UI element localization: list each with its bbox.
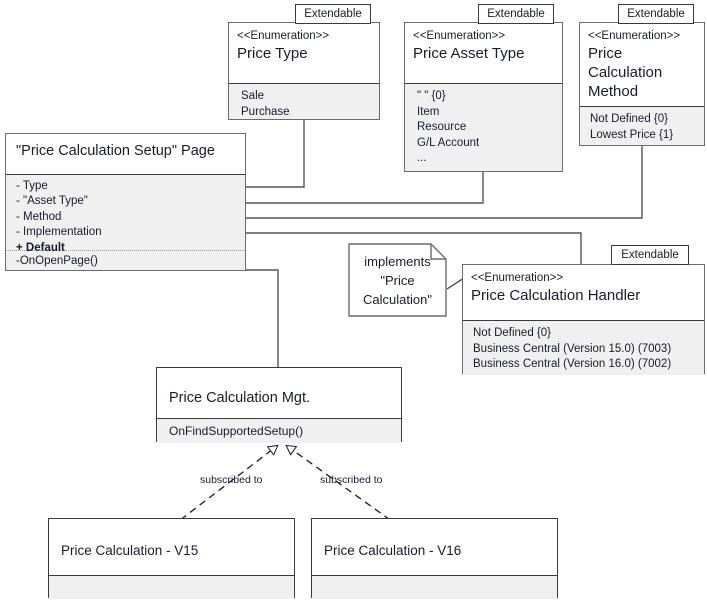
attribute-asset-type: - "Asset Type" [16, 195, 88, 208]
enum-literal: Sale [241, 90, 265, 102]
enum-price-asset-type[interactable]: <<Enumeration>> Price Asset Type " " {0}… [404, 22, 563, 172]
extendable-tag-price-asset-type: Extendable [478, 4, 554, 24]
extendable-tag-price-calculation-handler: Extendable [611, 245, 689, 265]
page-class-title: "Price Calculation Setup" Page [6, 134, 245, 174]
enum-price-type-literals: Sale Purchase [229, 83, 379, 119]
attribute-type: - Type [16, 180, 48, 192]
v16-body-compartment [312, 575, 557, 599]
enum-price-asset-type-name: Price Asset Type [413, 45, 525, 62]
edge-label-subscribed-to-v16: subscribed to [320, 474, 383, 486]
enum-price-calculation-method-literals: Not Defined {0} Lowest Price {1} [580, 106, 704, 145]
enum-literal: Not Defined {0} [590, 113, 669, 125]
connector-onopenpage-to-price-calculation-mgt [246, 269, 279, 367]
edge-label-subscribed-to-v15: subscribed to [200, 474, 263, 486]
enum-price-type-name: Price Type [237, 45, 308, 62]
v15-body-compartment [49, 575, 294, 599]
enum-price-calculation-handler-literals: Not Defined {0} Business Central (Versio… [463, 320, 704, 375]
enum-price-asset-type-stereotype: <<Enumeration>> [413, 30, 506, 42]
enum-price-calculation-method-header: <<Enumeration>> Price Calculation Method [580, 23, 704, 106]
enum-price-calculation-handler-name: Price Calculation Handler [471, 287, 641, 304]
mgt-class-title: Price Calculation Mgt. [157, 368, 401, 418]
class-price-calculation-mgt[interactable]: Price Calculation Mgt. OnFindSupportedSe… [156, 367, 402, 443]
mgt-class-operation-onfindsupportedsetup: OnFindSupportedSetup() [157, 418, 401, 443]
uml-diagram-canvas: implements "Price Calculation" <<Enumera… [0, 0, 707, 604]
v16-title: Price Calculation - V16 [312, 519, 557, 575]
class-price-calculation-setup-page[interactable]: "Price Calculation Setup" Page - Type - … [5, 133, 246, 271]
enum-price-type-stereotype: <<Enumeration>> [237, 30, 330, 42]
connector-v16-subscribed-to [285, 444, 401, 528]
connector-v15-subscribed-to [170, 444, 279, 528]
enum-price-calculation-method-stereotype: <<Enumeration>> [588, 30, 681, 42]
enum-price-calculation-handler-header: <<Enumeration>> Price Calculation Handle… [463, 265, 704, 320]
attribute-method: - Method [16, 210, 62, 223]
v15-title: Price Calculation - V15 [49, 519, 294, 575]
enum-literal: Lowest Price {1} [590, 128, 674, 141]
enum-literal: Item [417, 105, 440, 118]
enum-literal: Resource [417, 121, 467, 133]
operation-onopenpage: -OnOpenPage() [16, 255, 98, 267]
enum-literal: G/L Account [417, 136, 480, 149]
enum-literal: " " {0} [417, 90, 446, 102]
note-implements-price-calculation: implements "Price Calculation" [348, 243, 447, 317]
note-text: implements "Price Calculation" [348, 243, 447, 317]
enum-price-asset-type-literals: " " {0} Item Resource G/L Account ... [405, 83, 562, 171]
extendable-tag-price-calculation-method: Extendable [618, 4, 694, 24]
enum-price-calculation-method[interactable]: <<Enumeration>> Price Calculation Method… [579, 22, 705, 146]
enum-price-asset-type-header: <<Enumeration>> Price Asset Type [405, 23, 562, 83]
attribute-implementation: - Implementation [16, 226, 102, 239]
enum-price-type[interactable]: <<Enumeration>> Price Type Sale Purchase [228, 22, 380, 120]
note-line-2: "Price [380, 272, 415, 288]
enum-price-calculation-method-name: Price Calculation Method [588, 45, 663, 100]
page-class-attributes: - Type - "Asset Type" - Method - Impleme… [6, 174, 245, 254]
enum-literal: Purchase [241, 105, 290, 118]
connector-type-to-price-type [246, 120, 305, 188]
enum-literal: Business Central (Version 16.0) (7002) [473, 358, 672, 370]
note-line-3: Calculation" [363, 291, 432, 307]
class-price-calculation-v15[interactable]: Price Calculation - V15 [48, 518, 295, 599]
enum-literal: ... [417, 152, 427, 164]
enum-price-calculation-handler[interactable]: <<Enumeration>> Price Calculation Handle… [462, 264, 705, 375]
enum-literal: Business Central (Version 15.0) (7003) [473, 342, 672, 355]
class-price-calculation-v16[interactable]: Price Calculation - V16 [311, 518, 558, 599]
note-line-1: implements [364, 253, 431, 269]
enum-literal: Not Defined {0} [473, 327, 552, 339]
enum-price-type-header: <<Enumeration>> Price Type [229, 23, 379, 83]
enum-price-calculation-handler-stereotype: <<Enumeration>> [471, 272, 564, 284]
extendable-tag-price-type: Extendable [295, 4, 371, 24]
